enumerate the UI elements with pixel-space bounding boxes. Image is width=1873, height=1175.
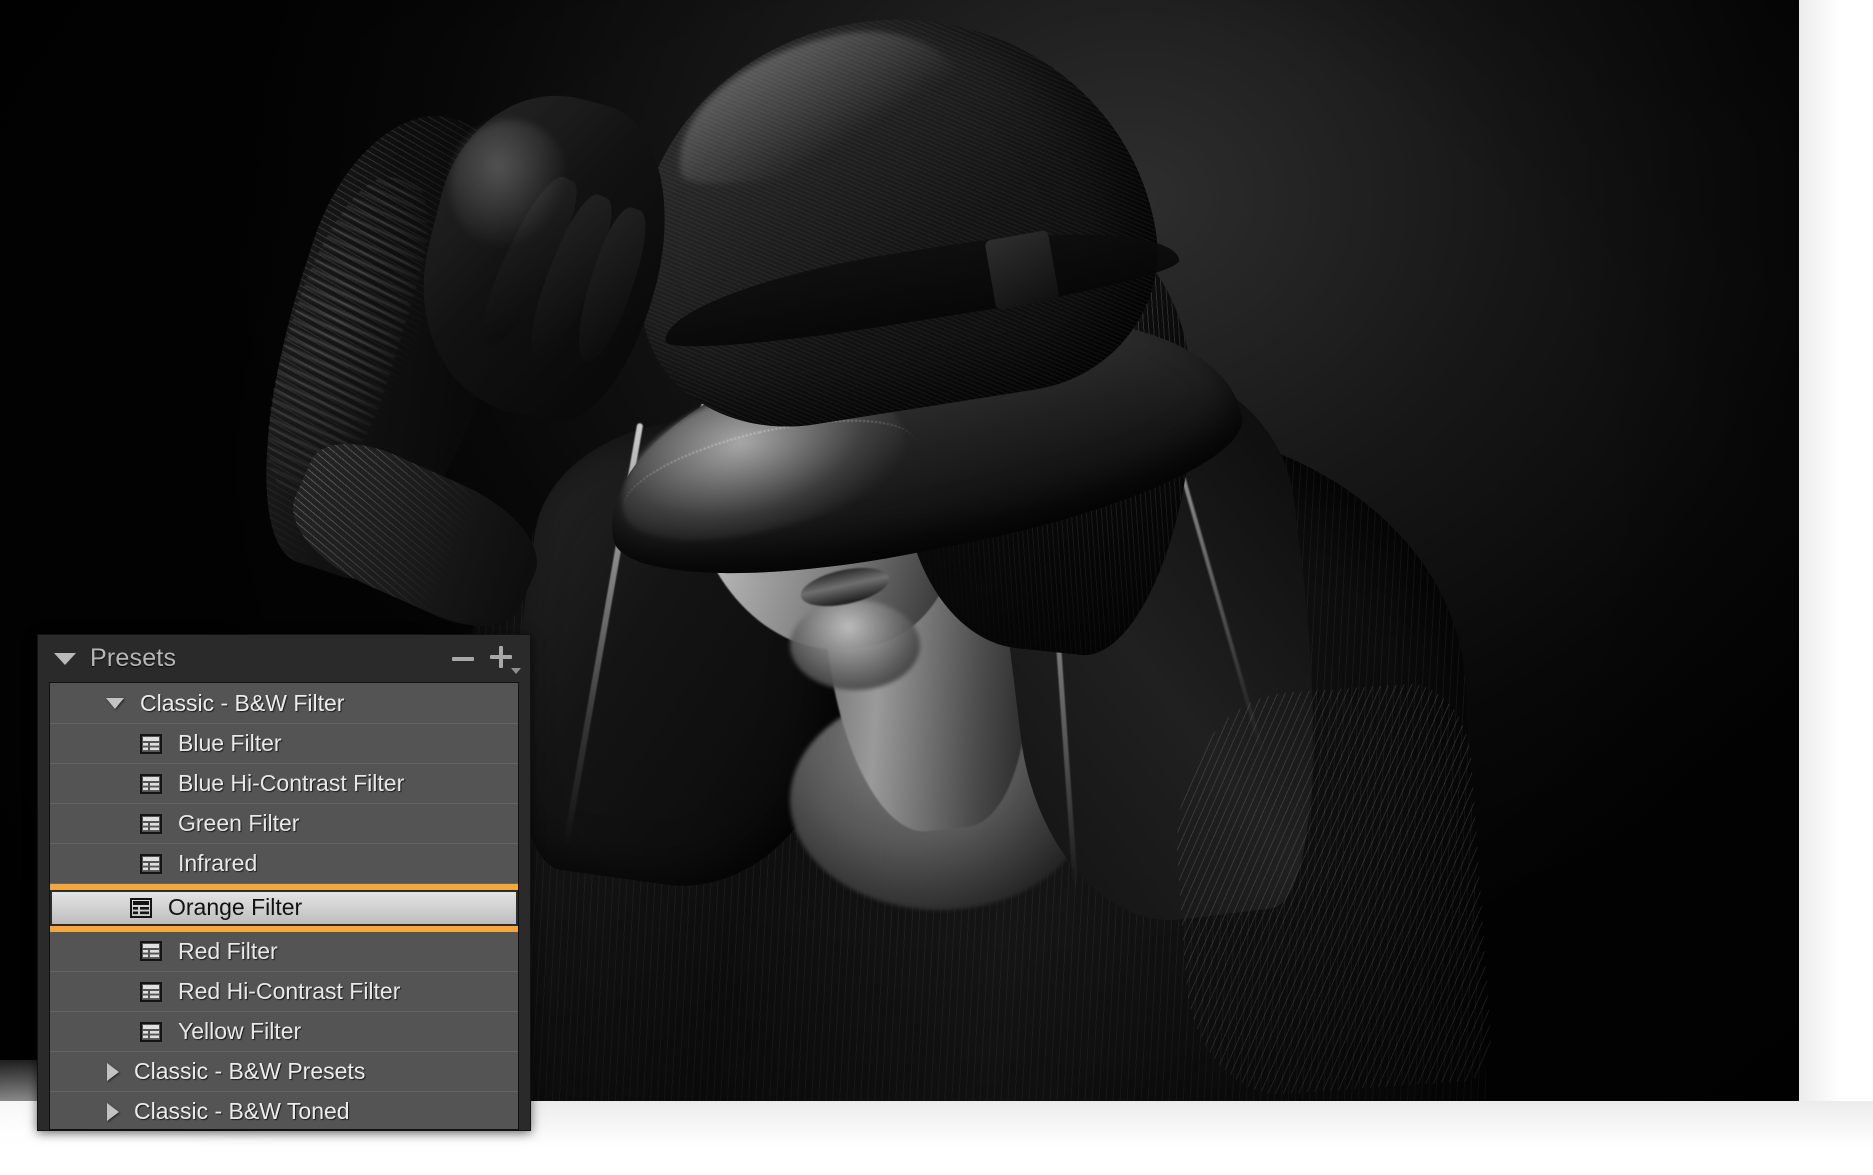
list-item-label: Yellow Filter <box>178 1018 302 1044</box>
plus-icon[interactable] <box>490 645 521 674</box>
list-item-label: Blue Hi-Contrast Filter <box>178 770 405 796</box>
list-item-blue-filter[interactable]: Blue Filter <box>50 723 518 763</box>
presets-list[interactable]: Classic - B&W Filter Blue Filter Blue Hi… <box>49 682 519 1130</box>
list-item-label: Blue Filter <box>178 730 282 756</box>
list-item-yellow-filter[interactable]: Yellow Filter <box>50 1011 518 1051</box>
list-item-label: Orange Filter <box>168 894 303 920</box>
list-item-label: Infrared <box>178 850 258 876</box>
list-item-infrared[interactable]: Infrared <box>50 843 518 883</box>
list-item-green-filter[interactable]: Green Filter <box>50 803 518 843</box>
glove-highlight <box>450 120 570 250</box>
list-item-label: Classic - B&W Presets <box>134 1058 366 1084</box>
list-item-group-classic-bw-toned[interactable]: Classic - B&W Toned <box>50 1091 518 1129</box>
shoulder-texture <box>1166 680 1494 1100</box>
presets-panel[interactable]: Presets Classic - B&W Filter Blue Filter… <box>37 634 531 1131</box>
preset-table-icon <box>140 1021 162 1042</box>
list-item-red-hi-contrast-filter[interactable]: Red Hi-Contrast Filter <box>50 971 518 1011</box>
list-item-orange-filter-slot: Orange Filter <box>50 883 518 932</box>
triangle-right-icon[interactable] <box>107 1102 119 1121</box>
panel-header-buttons <box>452 645 521 674</box>
triangle-down-icon[interactable] <box>54 652 76 665</box>
preset-table-icon <box>140 981 162 1002</box>
preset-table-icon <box>140 813 162 834</box>
list-item-label: Green Filter <box>178 810 300 836</box>
status-badge-selected[interactable]: Orange Filter <box>50 889 518 926</box>
preset-table-icon <box>140 941 162 961</box>
triangle-right-icon[interactable] <box>107 1062 119 1081</box>
triangle-down-icon[interactable] <box>106 697 124 709</box>
hat-bow <box>984 229 1060 311</box>
preset-table-icon <box>140 733 162 754</box>
list-item-label: Classic - B&W Filter <box>140 689 345 716</box>
preset-table-icon <box>140 853 162 874</box>
chevron-down-icon[interactable] <box>511 667 521 674</box>
chin <box>790 600 920 690</box>
list-item-blue-hi-contrast-filter[interactable]: Blue Hi-Contrast Filter <box>50 763 518 803</box>
list-item-red-filter[interactable]: Red Filter <box>50 931 518 971</box>
list-item-label: Classic - B&W Toned <box>134 1098 350 1124</box>
presets-panel-header: Presets <box>38 635 530 682</box>
list-item-label: Red Hi-Contrast Filter <box>178 978 401 1004</box>
page-title: Presets <box>90 644 177 672</box>
list-item-orange-filter[interactable]: Orange Filter <box>50 883 518 932</box>
canvas-right-fade <box>1799 0 1873 1101</box>
list-item-group-classic-bw-presets[interactable]: Classic - B&W Presets <box>50 1051 518 1091</box>
preset-table-icon <box>130 897 152 918</box>
list-item-label: Red Filter <box>178 937 278 964</box>
list-item-group-classic-bw-filter[interactable]: Classic - B&W Filter <box>50 683 518 723</box>
preset-table-icon <box>140 773 162 794</box>
minus-icon[interactable] <box>452 648 474 670</box>
